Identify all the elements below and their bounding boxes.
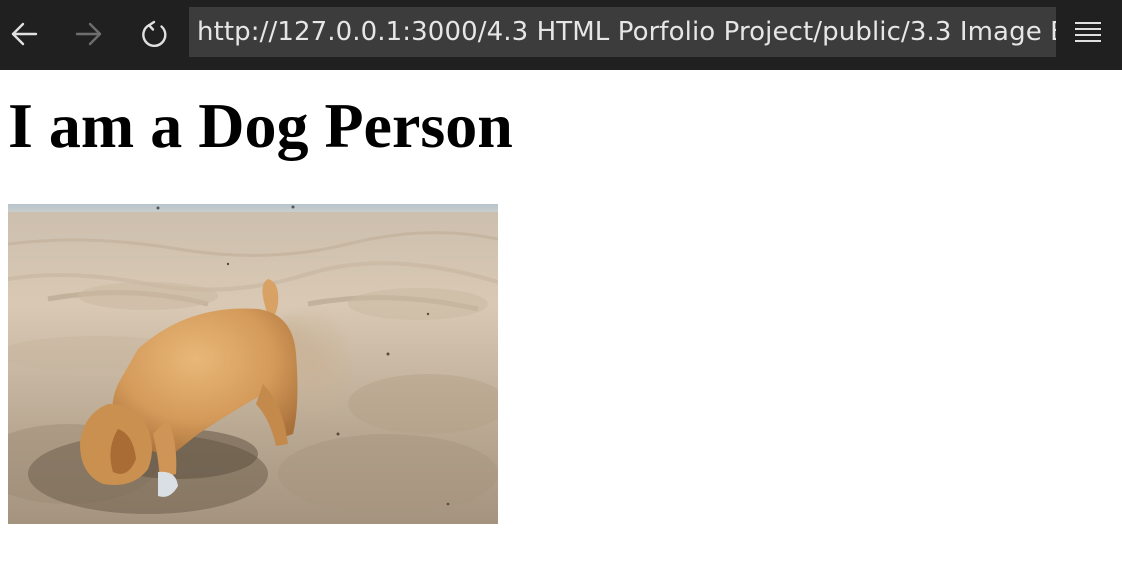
back-button[interactable] xyxy=(2,12,46,56)
page-content: I am a Dog Person xyxy=(0,70,1122,588)
page-heading: I am a Dog Person xyxy=(8,90,513,161)
hamburger-menu-icon xyxy=(1074,20,1102,49)
forward-button[interactable] xyxy=(67,12,111,56)
reload-icon xyxy=(140,19,170,49)
dog-image xyxy=(8,204,498,524)
browser-toolbar: http://127.0.0.1:3000/4.3 HTML Porfolio … xyxy=(0,0,1122,70)
menu-button[interactable] xyxy=(1066,12,1110,56)
arrow-right-icon xyxy=(74,19,104,49)
address-bar[interactable]: http://127.0.0.1:3000/4.3 HTML Porfolio … xyxy=(189,7,1056,57)
url-text: http://127.0.0.1:3000/4.3 HTML Porfolio … xyxy=(197,17,1056,47)
reload-button[interactable] xyxy=(133,12,177,56)
arrow-left-icon xyxy=(9,19,39,49)
